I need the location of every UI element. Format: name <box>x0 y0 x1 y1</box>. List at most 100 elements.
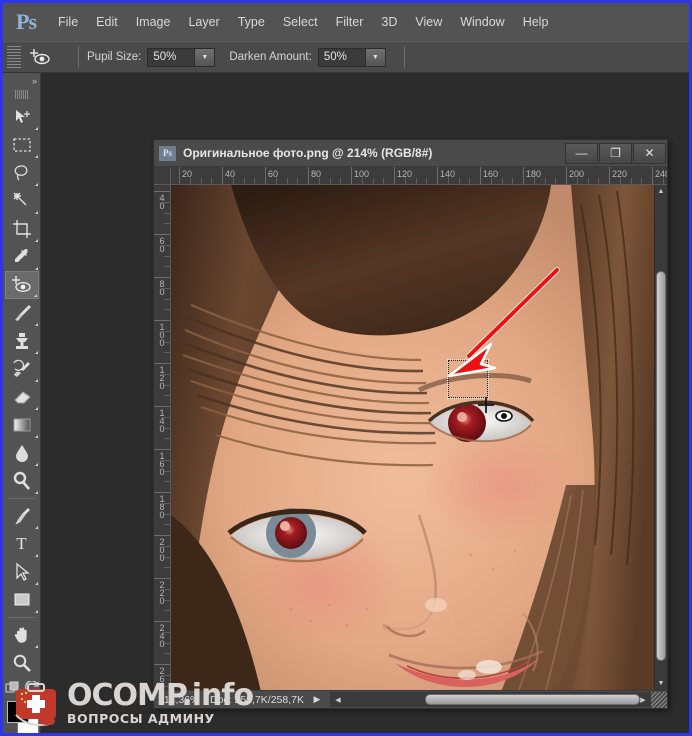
ruler-h-minor-tick <box>501 178 503 184</box>
darken-amount-value[interactable]: 50% <box>318 48 365 66</box>
ruler-h-minor-tick <box>318 178 320 184</box>
ruler-v-tick <box>154 363 170 364</box>
lasso-tool-button[interactable] <box>5 159 39 187</box>
menu-item-help[interactable]: Help <box>515 12 557 32</box>
eraser-tool-button[interactable] <box>5 383 39 411</box>
screen-mode-icon[interactable] <box>24 681 39 695</box>
red-eye-tool-button[interactable] <box>4 271 39 299</box>
ruler-h-minor-tick <box>383 178 385 184</box>
red-eye-tool-icon[interactable] <box>24 44 54 70</box>
vertical-ruler[interactable]: 406080100120140160180200220240260 <box>154 185 171 708</box>
ruler-v-minor-tick <box>164 212 170 214</box>
ruler-h-minor-tick <box>544 178 546 184</box>
scroll-right-icon[interactable]: ▶ <box>637 692 649 707</box>
menu-item-image[interactable]: Image <box>128 12 179 32</box>
ruler-v-minor-tick <box>164 653 170 655</box>
scroll-down-icon[interactable]: ▼ <box>655 677 667 690</box>
image-canvas[interactable] <box>171 185 654 690</box>
ruler-v-minor-tick <box>164 373 170 375</box>
ruler-v-minor-tick <box>164 524 170 526</box>
ruler-v-minor-tick <box>164 599 170 601</box>
history-brush-tool-button[interactable] <box>5 355 39 383</box>
horizontal-scrollbar-thumb[interactable] <box>424 694 640 705</box>
pupil-size-dropdown-icon[interactable]: ▼ <box>194 48 215 66</box>
blur-tool-button[interactable] <box>5 439 39 467</box>
darken-amount-dropdown-icon[interactable]: ▼ <box>364 48 385 66</box>
photoshop-logo: Ps <box>16 9 37 34</box>
ruler-h-tick <box>566 167 567 184</box>
ruler-v-minor-tick <box>164 330 170 332</box>
ruler-h-minor-tick <box>297 178 299 184</box>
menu-item-layer[interactable]: Layer <box>180 12 227 32</box>
ruler-v-minor-tick <box>164 610 170 612</box>
hand-tool-button[interactable] <box>5 621 39 649</box>
ruler-v-tick <box>154 621 170 622</box>
crop-tool-button[interactable] <box>5 215 39 243</box>
menu-item-view[interactable]: View <box>407 12 450 32</box>
ruler-h-tick <box>394 167 395 184</box>
ruler-v-minor-tick <box>164 427 170 429</box>
ruler-v-tick <box>154 406 170 407</box>
magic-wand-tool-button[interactable] <box>5 187 39 215</box>
ruler-h-tick <box>308 167 309 184</box>
ruler-v-tick <box>154 234 170 235</box>
play-triangle-icon[interactable]: ▶ <box>304 694 330 705</box>
menu-item-edit[interactable]: Edit <box>88 12 126 32</box>
ruler-v-minor-tick <box>164 223 170 225</box>
vertical-scrollbar-thumb[interactable] <box>656 271 666 661</box>
scroll-left-icon[interactable]: ◀ <box>332 692 344 707</box>
move-tool-button[interactable] <box>5 103 39 131</box>
pupil-size-value[interactable]: 50% <box>148 48 195 66</box>
scroll-up-icon[interactable]: ▲ <box>655 185 667 198</box>
darken-amount-combo[interactable]: 50% ▼ <box>317 47 386 67</box>
dodge-tool-button[interactable] <box>5 467 39 495</box>
pupil-size-combo[interactable]: 50% ▼ <box>147 47 216 67</box>
ruler-v-minor-tick <box>164 341 170 343</box>
pupil-size-label: Pupil Size: <box>87 51 142 63</box>
menu-item-type[interactable]: Type <box>230 12 273 32</box>
ruler-v-minor-tick <box>164 201 170 203</box>
ruler-h-minor-tick <box>458 178 460 184</box>
zoom-tool-button[interactable] <box>5 649 39 677</box>
resize-grip-icon[interactable] <box>651 691 667 708</box>
ruler-v-tick <box>154 320 170 321</box>
zoom-level-value[interactable]: 214,36% <box>154 694 210 706</box>
quick-mask-icon[interactable] <box>5 681 21 695</box>
menu-item-window[interactable]: Window <box>452 12 512 32</box>
close-button[interactable]: ✕ <box>633 142 666 164</box>
pen-tool-button[interactable] <box>5 502 39 530</box>
ruler-h-minor-tick <box>555 178 557 184</box>
menu-item-file[interactable]: File <box>50 12 86 32</box>
vertical-scrollbar[interactable]: ▲ ▼ <box>654 185 667 690</box>
ruler-v-minor-tick <box>164 513 170 515</box>
color-swatches[interactable] <box>5 701 39 733</box>
marquee-tool-button[interactable] <box>5 131 39 159</box>
menu-item-filter[interactable]: Filter <box>328 12 372 32</box>
ruler-v-minor-tick <box>164 266 170 268</box>
path-selection-tool-button[interactable] <box>5 558 39 586</box>
ruler-v-minor-tick <box>164 438 170 440</box>
restore-button[interactable]: ❐ <box>599 142 632 164</box>
document-icon: Ps <box>159 145 176 161</box>
type-tool-button[interactable]: T <box>5 530 39 558</box>
minimize-button[interactable]: — <box>565 142 598 164</box>
brush-tool-button[interactable] <box>5 299 39 327</box>
menu-item-3d[interactable]: 3D <box>373 12 405 32</box>
menu-item-select[interactable]: Select <box>275 12 326 32</box>
horizontal-scrollbar[interactable]: ◀ ▶ <box>329 692 651 707</box>
ruler-h-minor-tick <box>533 178 535 184</box>
ruler-h-minor-tick <box>426 178 428 184</box>
tools-panel-grip[interactable] <box>14 90 29 99</box>
eyedropper-tool-button[interactable] <box>5 243 39 271</box>
ruler-h-minor-tick <box>286 178 288 184</box>
horizontal-ruler[interactable]: 20406080100120140160180200220240 <box>171 167 667 185</box>
options-bar-grip[interactable] <box>7 46 21 68</box>
clone-stamp-tool-button[interactable] <box>5 327 39 355</box>
document-title-bar[interactable]: Ps Оригинальное фото.png @ 214% (RGB/8#)… <box>154 140 667 167</box>
gradient-tool-button[interactable] <box>5 411 39 439</box>
ruler-v-tick <box>154 664 170 665</box>
ruler-h-minor-tick <box>415 178 417 184</box>
shape-tool-button[interactable] <box>5 586 39 614</box>
panel-collapse-icon[interactable]: » <box>3 73 40 89</box>
foreground-color-swatch[interactable] <box>6 701 29 723</box>
